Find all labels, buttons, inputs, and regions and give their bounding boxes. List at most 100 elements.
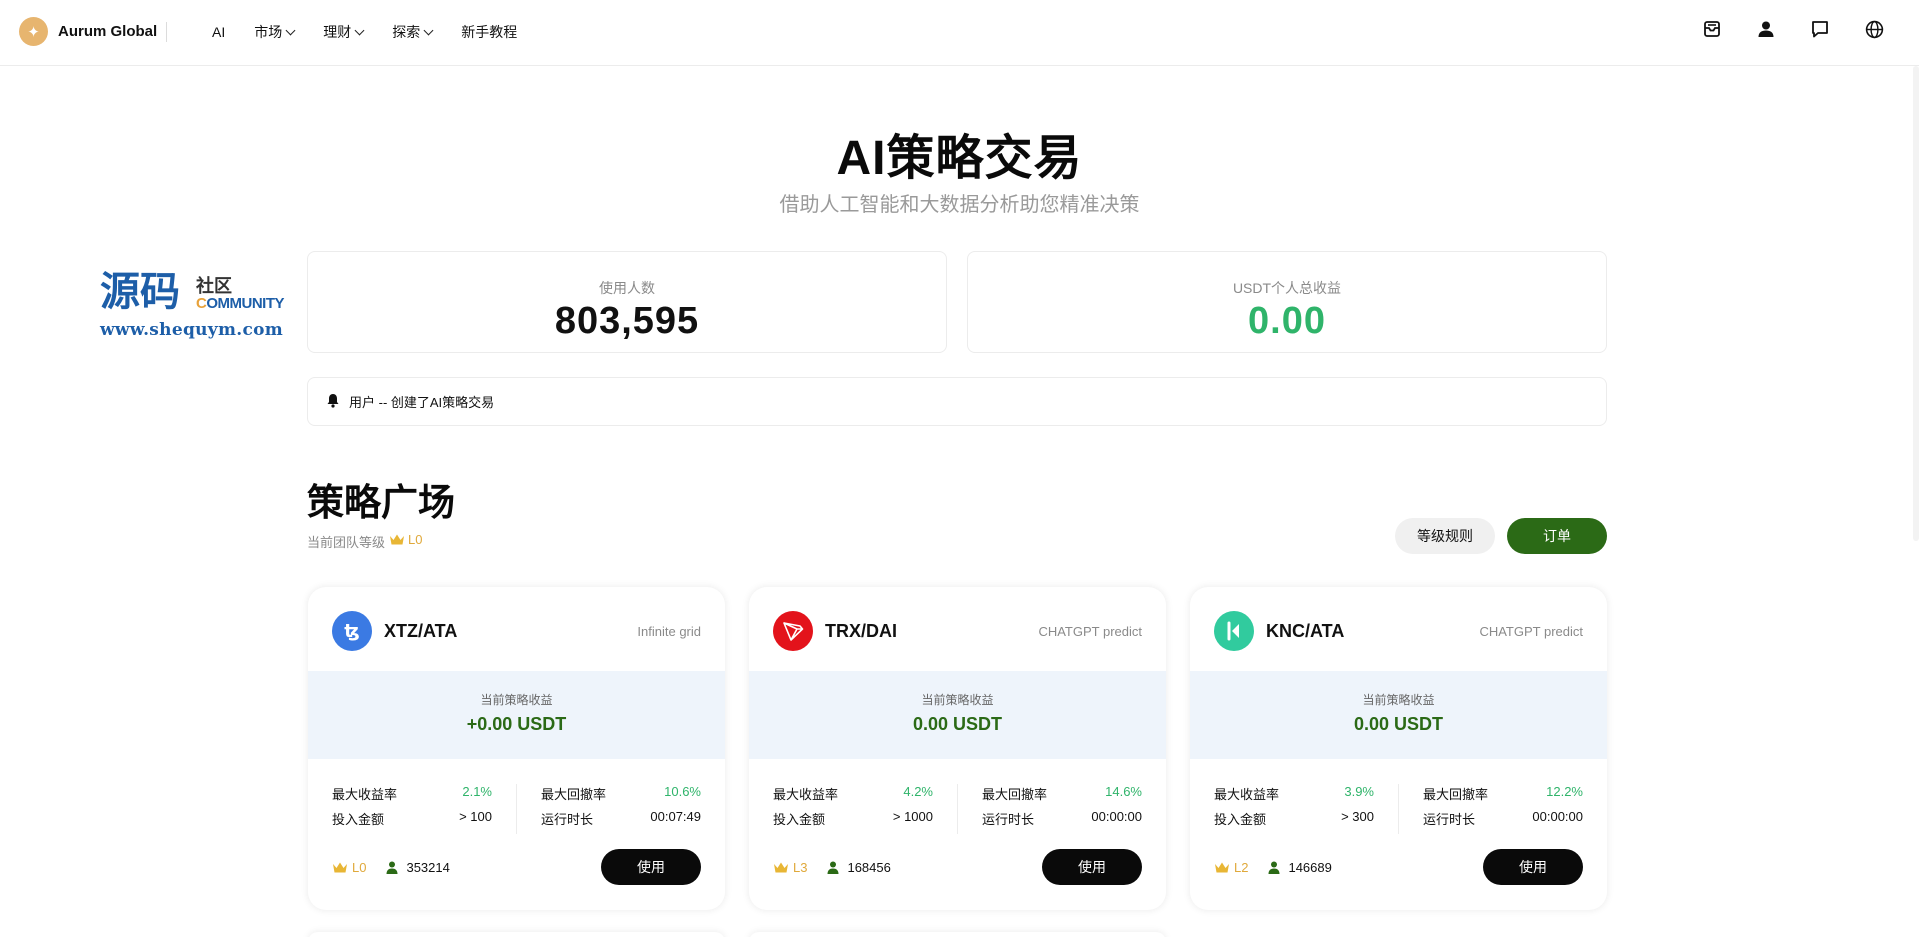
max-yield-row: 最大收益率 3.9% xyxy=(1214,784,1374,802)
profit-value: 0.00 USDT xyxy=(912,714,1003,734)
invest-row: 投入金额 > 300 xyxy=(1214,809,1374,827)
page-subtitle: 借助人工智能和大数据分析助您精准决策 xyxy=(779,194,1140,216)
crown-icon xyxy=(1215,862,1229,872)
brand[interactable]: ✦ Aurum Global xyxy=(19,17,157,46)
strategy-level: L2 xyxy=(1214,860,1248,875)
max-drawdown-row: 最大回撤率 14.6% xyxy=(982,784,1142,802)
nav-label: 市场 xyxy=(254,24,283,40)
strategy-users: 168456 xyxy=(827,860,891,875)
tron-icon xyxy=(773,611,813,651)
notice-text: 用户 -- 创建了AI策略交易 xyxy=(349,395,495,410)
strategy-card-partial xyxy=(308,932,725,937)
strategy-card: KNC/ATA CHATGPT predict 当前策略收益 0.00 USDT… xyxy=(1190,587,1607,910)
watermark-logo: 源码 社区 COMMUNITY www.shequym.com xyxy=(100,270,300,342)
strategy-card-footer: L2 146689 使用 xyxy=(1214,849,1583,885)
watermark-community: COMMUNITY xyxy=(196,295,285,312)
watermark-url: www.shequym.com xyxy=(100,320,284,340)
users-stat-value: 803,595 xyxy=(554,300,700,342)
brand-name: Aurum Global xyxy=(58,23,158,40)
crown-icon xyxy=(333,862,347,872)
strategy-profit: 当前策略收益 0.00 USDT xyxy=(749,671,1166,759)
use-strategy-button[interactable]: 使用 xyxy=(601,849,701,885)
income-stat-value: 0.00 xyxy=(1248,300,1326,342)
strategy-users: 146689 xyxy=(1268,860,1332,875)
strategy-pair: KNC/ATA xyxy=(1266,620,1345,641)
chat-icon[interactable] xyxy=(1810,19,1830,39)
brand-logo: ✦ xyxy=(19,17,48,46)
nav-label: AI xyxy=(212,24,226,40)
strategy-metrics: 最大收益率 3.9% 投入金额 > 300 最大回撤率 12.2% 运行时长 00:00… xyxy=(1214,784,1583,834)
income-stat-card: USDT个人总收益 0.00 xyxy=(967,251,1607,353)
invest-row: 投入金额 > 1000 xyxy=(773,809,933,827)
strategy-card: ꜩ XTZ/ATA Infinite grid 当前策略收益 +0.00 USD… xyxy=(308,587,725,910)
nav-item-tutorial[interactable]: 新手教程 xyxy=(461,22,517,42)
profit-label: 当前策略收益 xyxy=(1362,693,1435,707)
strategy-type: Infinite grid xyxy=(637,623,701,639)
user-icon xyxy=(1268,861,1280,874)
orders-button[interactable]: 订单 xyxy=(1507,518,1607,554)
strategy-level: L3 xyxy=(773,860,807,875)
chevron-down-icon xyxy=(285,25,296,35)
section-title: 策略广场 xyxy=(307,482,455,523)
users-stat-card: 使用人数 803,595 xyxy=(307,251,947,353)
team-level-badge: L0 xyxy=(389,532,422,547)
profit-value: +0.00 USDT xyxy=(466,714,567,734)
strategy-type: CHATGPT predict xyxy=(1479,623,1583,639)
use-strategy-button[interactable]: 使用 xyxy=(1483,849,1583,885)
invest-row: 投入金额 > 100 xyxy=(332,809,492,827)
strategy-profit: 当前策略收益 +0.00 USDT xyxy=(308,671,725,759)
user-icon xyxy=(386,861,398,874)
watermark-small-text: 社区 xyxy=(196,276,232,296)
strategy-card-header: ꜩ XTZ/ATA Infinite grid xyxy=(332,611,701,651)
profit-label: 当前策略收益 xyxy=(480,693,553,707)
globe-icon[interactable] xyxy=(1864,19,1884,39)
strategy-metrics: 最大收益率 2.1% 投入金额 > 100 最大回撤率 10.6% 运行时长 00:07… xyxy=(332,784,701,834)
chevron-down-icon xyxy=(354,25,365,35)
kyber-icon xyxy=(1214,611,1254,651)
inbox-icon[interactable] xyxy=(1702,19,1722,39)
strategy-card-footer: L0 353214 使用 xyxy=(332,849,701,885)
crown-icon xyxy=(390,534,405,545)
runtime-row: 运行时长 00:00:00 xyxy=(1423,809,1583,827)
income-stat-label: USDT个人总收益 xyxy=(1232,280,1342,296)
max-drawdown-row: 最大回撤率 10.6% xyxy=(541,784,701,802)
top-header: ✦ Aurum Global AI 市场 理财 探索 新手教程 xyxy=(0,0,1919,66)
page-title: AI策略交易 xyxy=(836,132,1083,185)
watermark-big-text: 源码 xyxy=(100,268,180,315)
nav-label: 新手教程 xyxy=(461,24,518,40)
profit-value: 0.00 USDT xyxy=(1353,714,1444,734)
page-scrollbar[interactable] xyxy=(1913,66,1919,541)
chevron-down-icon xyxy=(423,25,434,35)
nav-item-finance[interactable]: 理财 xyxy=(323,22,365,42)
nav-item-ai[interactable]: AI xyxy=(212,22,225,42)
profit-label: 当前策略收益 xyxy=(921,693,994,707)
strategy-level: L0 xyxy=(332,860,366,875)
level-rules-button[interactable]: 等级规则 xyxy=(1395,518,1495,554)
max-yield-row: 最大收益率 4.2% xyxy=(773,784,933,802)
runtime-row: 运行时长 00:00:00 xyxy=(982,809,1142,827)
header-divider xyxy=(166,22,167,42)
max-yield-row: 最大收益率 2.1% xyxy=(332,784,492,802)
strategy-card-header: TRX/DAI CHATGPT predict xyxy=(773,611,1142,651)
user-icon[interactable] xyxy=(1756,19,1776,39)
bell-icon xyxy=(326,393,340,411)
strategy-users: 353214 xyxy=(386,860,450,875)
nav-item-market[interactable]: 市场 xyxy=(254,22,296,42)
strategy-profit: 当前策略收益 0.00 USDT xyxy=(1190,671,1607,759)
nav-label: 理财 xyxy=(323,24,352,40)
strategy-type: CHATGPT predict xyxy=(1038,623,1142,639)
strategy-card-partial xyxy=(749,932,1166,937)
tezos-icon: ꜩ xyxy=(332,611,372,651)
use-strategy-button[interactable]: 使用 xyxy=(1042,849,1142,885)
nav-label: 探索 xyxy=(392,24,421,40)
runtime-row: 运行时长 00:07:49 xyxy=(541,809,701,827)
strategy-card-header: KNC/ATA CHATGPT predict xyxy=(1214,611,1583,651)
crown-icon xyxy=(774,862,788,872)
strategy-pair: TRX/DAI xyxy=(825,620,897,641)
team-level: 当前团队等级 L0 xyxy=(307,532,422,551)
strategy-metrics: 最大收益率 4.2% 投入金额 > 1000 最大回撤率 14.6% 运行时长 00:0… xyxy=(773,784,1142,834)
strategy-pair: XTZ/ATA xyxy=(384,620,458,641)
header-actions xyxy=(1702,19,1884,39)
main-nav: AI 市场 理财 探索 新手教程 xyxy=(212,22,546,42)
nav-item-explore[interactable]: 探索 xyxy=(392,22,434,42)
